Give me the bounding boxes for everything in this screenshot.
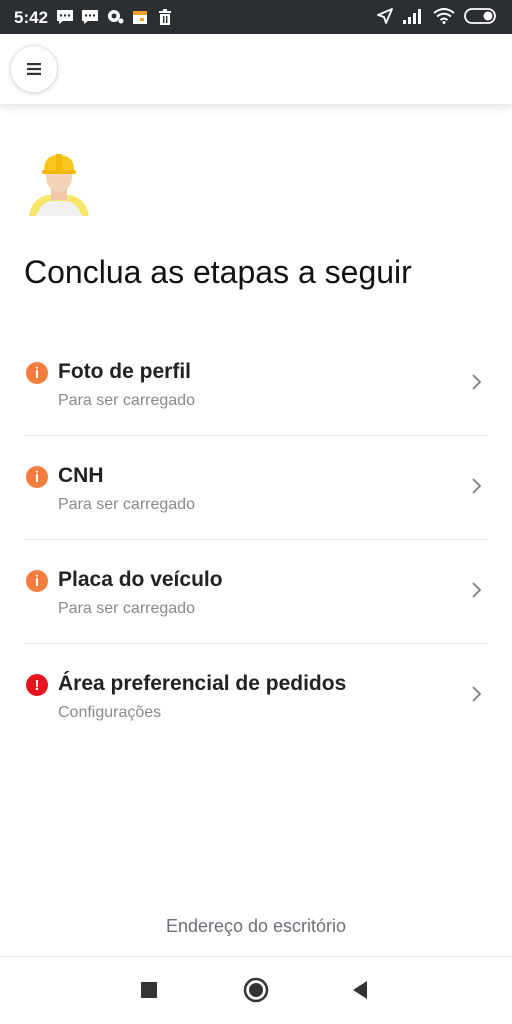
signal-icon xyxy=(403,9,421,24)
step-title: CNH xyxy=(58,464,104,487)
step-subtitle: Para ser carregado xyxy=(58,496,195,513)
alert-icon: ! xyxy=(26,674,48,696)
back-button[interactable] xyxy=(345,975,375,1005)
calendar-icon xyxy=(133,11,147,24)
info-icon: i xyxy=(26,362,48,384)
chevron-right-icon xyxy=(472,686,482,702)
hamburger-icon xyxy=(27,63,41,75)
message-icon xyxy=(57,10,73,24)
driver-avatar xyxy=(29,154,89,216)
chevron-right-icon xyxy=(472,582,482,598)
step-title: Área preferencial de pedidos xyxy=(58,672,347,695)
chevron-right-icon xyxy=(472,478,482,494)
steps-list: i Foto de perfil Para ser carregado i CN… xyxy=(24,332,488,748)
step-item-profile-photo[interactable]: i Foto de perfil Para ser carregado xyxy=(24,332,488,436)
location-icon xyxy=(377,8,393,24)
notification-icons xyxy=(56,9,174,25)
step-title: Foto de perfil xyxy=(58,360,191,383)
step-item-vehicle-plate[interactable]: i Placa do veículo Para ser carregado xyxy=(24,540,488,644)
message-icon xyxy=(82,10,98,24)
menu-button[interactable] xyxy=(10,45,58,93)
app-bar xyxy=(0,34,512,104)
back-triangle-icon xyxy=(353,981,367,999)
chevron-right-icon xyxy=(472,374,482,390)
wifi-icon xyxy=(433,8,455,24)
system-icons xyxy=(377,8,498,24)
office-address-link[interactable]: Endereço do escritório xyxy=(0,916,512,937)
step-item-cnh[interactable]: i CNH Para ser carregado xyxy=(24,436,488,540)
nav-bar xyxy=(0,956,512,1024)
chat-icon xyxy=(108,10,124,24)
page-title: Conclua as etapas a seguir xyxy=(24,254,412,290)
square-icon xyxy=(141,982,157,998)
step-item-preferred-area[interactable]: ! Área preferencial de pedidos Configura… xyxy=(24,644,488,748)
step-subtitle: Para ser carregado xyxy=(58,600,195,617)
info-icon: i xyxy=(26,466,48,488)
trash-icon xyxy=(159,9,171,25)
circle-icon xyxy=(243,977,269,1003)
status-time: 5:42 xyxy=(14,8,49,27)
battery-icon xyxy=(464,8,496,24)
home-button[interactable] xyxy=(241,975,271,1005)
recent-apps-button[interactable] xyxy=(134,975,164,1005)
step-subtitle: Configurações xyxy=(58,704,162,721)
info-icon: i xyxy=(26,570,48,592)
step-subtitle: Para ser carregado xyxy=(58,392,195,409)
step-title: Placa do veículo xyxy=(58,568,223,591)
status-bar: 5:42 xyxy=(0,0,512,34)
